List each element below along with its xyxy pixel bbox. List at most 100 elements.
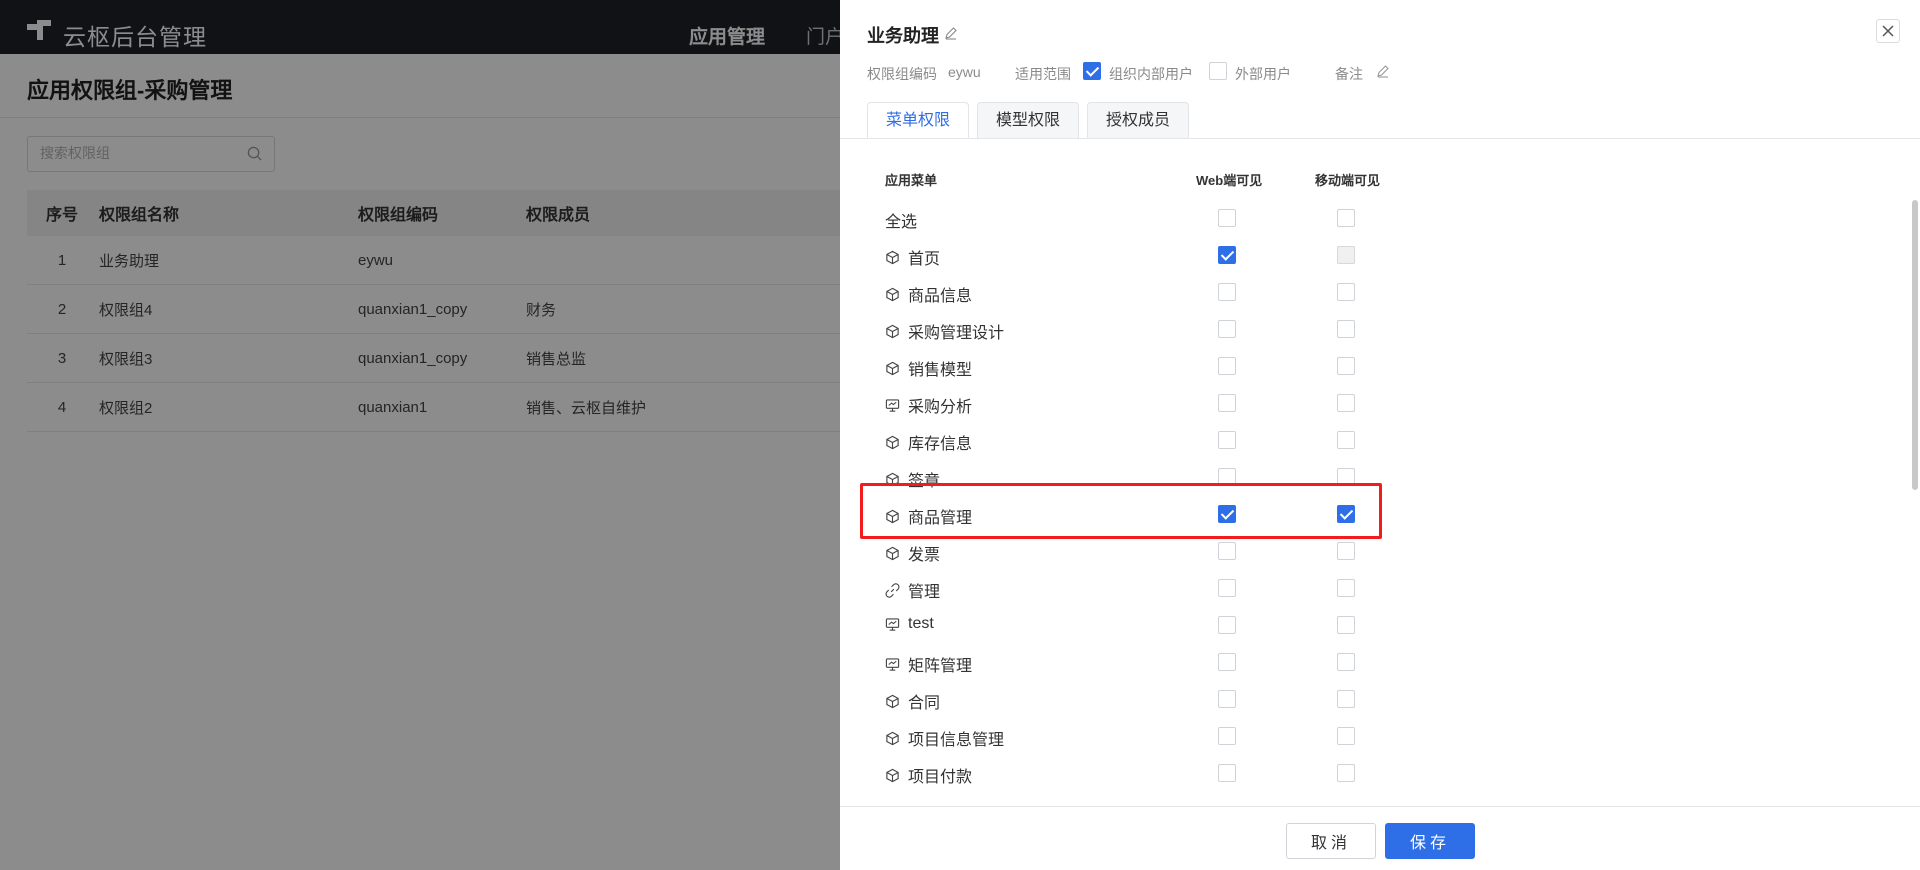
scope-internal-label: 组织内部用户 [1109, 66, 1193, 82]
web-visible-checkbox[interactable] [1218, 394, 1236, 412]
mobile-visible-checkbox[interactable] [1337, 653, 1355, 671]
close-button[interactable] [1876, 19, 1900, 43]
menu-row: 采购管理设计 [840, 311, 1920, 348]
menu-item-label: 销售模型 [885, 356, 972, 380]
menu-item-label: 首页 [885, 245, 940, 269]
web-visible-checkbox[interactable] [1218, 616, 1236, 634]
edit-remark-icon[interactable] [1376, 64, 1390, 78]
scope-external-label: 外部用户 [1235, 66, 1291, 82]
web-visible-checkbox[interactable] [1218, 283, 1236, 301]
column-mobile: 移动端可见 [1315, 173, 1381, 188]
tab-menu-permission[interactable]: 菜单权限 [867, 102, 970, 138]
menu-item-label: 采购分析 [885, 393, 972, 417]
web-visible-checkbox[interactable] [1218, 246, 1236, 264]
mobile-visible-checkbox [1337, 246, 1355, 264]
scope-label: 适用范围 [1015, 66, 1071, 82]
code-label: 权限组编码 [867, 66, 937, 82]
menu-item-label: 发票 [885, 541, 940, 565]
monitor-icon [885, 398, 904, 413]
mobile-visible-checkbox[interactable] [1337, 542, 1355, 560]
cube-icon [885, 694, 904, 709]
scope-external-checkbox[interactable] [1209, 62, 1227, 80]
web-visible-checkbox[interactable] [1218, 357, 1236, 375]
menu-row: 商品信息 [840, 274, 1920, 311]
link-icon [885, 582, 904, 598]
menu-row: 采购分析 [840, 385, 1920, 422]
menu-item-label: 矩阵管理 [885, 652, 972, 676]
menu-item-label: 管理 [885, 578, 940, 602]
edit-title-icon[interactable] [944, 26, 958, 40]
select-all-mobile-checkbox[interactable] [1337, 209, 1355, 227]
menu-row: 项目付款 [840, 755, 1920, 792]
column-web: Web端可见 [1196, 173, 1263, 188]
web-visible-checkbox[interactable] [1218, 320, 1236, 338]
mobile-visible-checkbox[interactable] [1337, 283, 1355, 301]
mobile-visible-checkbox[interactable] [1337, 394, 1355, 412]
menu-item-text: test [908, 615, 934, 632]
mobile-visible-checkbox[interactable] [1337, 357, 1355, 375]
menu-item-text: 首页 [908, 251, 941, 268]
monitor-icon [885, 657, 904, 672]
web-visible-checkbox[interactable] [1218, 764, 1236, 782]
menu-row: test [840, 607, 1920, 644]
menu-item-text: 矩阵管理 [908, 658, 973, 675]
mobile-visible-checkbox[interactable] [1337, 690, 1355, 708]
cube-icon [885, 731, 904, 746]
web-visible-checkbox[interactable] [1218, 431, 1236, 449]
menu-item-label: 项目信息管理 [885, 726, 1004, 750]
cube-icon [885, 435, 904, 450]
web-visible-checkbox[interactable] [1218, 727, 1236, 745]
menu-row: 销售模型 [840, 348, 1920, 385]
tab-divider [840, 138, 1920, 139]
mobile-visible-checkbox[interactable] [1337, 320, 1355, 338]
cube-icon [885, 324, 904, 339]
select-all-label: 全选 [885, 214, 918, 231]
drawer-title: 业务助理 [867, 26, 939, 46]
menu-item-label: 合同 [885, 689, 940, 713]
cube-icon [885, 768, 904, 783]
cancel-button[interactable]: 取消 [1286, 823, 1376, 859]
remark-label: 备注 [1335, 66, 1363, 82]
menu-item-label: test [885, 615, 934, 633]
cube-icon [885, 250, 904, 265]
menu-item-text: 商品信息 [908, 288, 973, 305]
menu-item-text: 库存信息 [908, 436, 973, 453]
menu-item-label: 项目付款 [885, 763, 972, 787]
menu-item-text: 项目信息管理 [908, 732, 1005, 749]
mobile-visible-checkbox[interactable] [1337, 764, 1355, 782]
menu-item-text: 发票 [908, 547, 941, 564]
mobile-visible-checkbox[interactable] [1337, 616, 1355, 634]
drawer-footer: 取消 保存 [840, 806, 1920, 870]
web-visible-checkbox[interactable] [1218, 542, 1236, 560]
select-all-row: 全选 [840, 200, 1920, 237]
menu-item-text: 销售模型 [908, 362, 973, 379]
code-value: eywu [948, 64, 981, 80]
mobile-visible-checkbox[interactable] [1337, 431, 1355, 449]
select-all-web-checkbox[interactable] [1218, 209, 1236, 227]
menu-item-text: 管理 [908, 584, 941, 601]
web-visible-checkbox[interactable] [1218, 579, 1236, 597]
web-visible-checkbox[interactable] [1218, 653, 1236, 671]
menu-row: 管理 [840, 570, 1920, 607]
menu-row: 合同 [840, 681, 1920, 718]
permission-drawer: 业务助理 权限组编码 eywu 适用范围 组织内部用户 外部用户 备注 菜单权限… [840, 0, 1920, 870]
save-button[interactable]: 保存 [1385, 823, 1475, 859]
scope-internal-checkbox[interactable] [1083, 62, 1101, 80]
web-visible-checkbox[interactable] [1218, 690, 1236, 708]
menu-item-label: 采购管理设计 [885, 319, 1004, 343]
tab-authorized-members[interactable]: 授权成员 [1087, 102, 1190, 138]
menu-row: 库存信息 [840, 422, 1920, 459]
menu-item-label: 商品信息 [885, 282, 972, 306]
column-menu: 应用菜单 [885, 173, 938, 188]
menu-row: 项目信息管理 [840, 718, 1920, 755]
cube-icon [885, 287, 904, 302]
menu-row: 首页 [840, 237, 1920, 274]
mobile-visible-checkbox[interactable] [1337, 727, 1355, 745]
menu-item-text: 采购管理设计 [908, 325, 1005, 342]
tab-model-permission[interactable]: 模型权限 [977, 102, 1080, 138]
menu-item-text: 项目付款 [908, 769, 973, 786]
cube-icon [885, 546, 904, 561]
mobile-visible-checkbox[interactable] [1337, 579, 1355, 597]
scrollbar[interactable] [1912, 200, 1918, 490]
close-icon [1882, 25, 1894, 37]
